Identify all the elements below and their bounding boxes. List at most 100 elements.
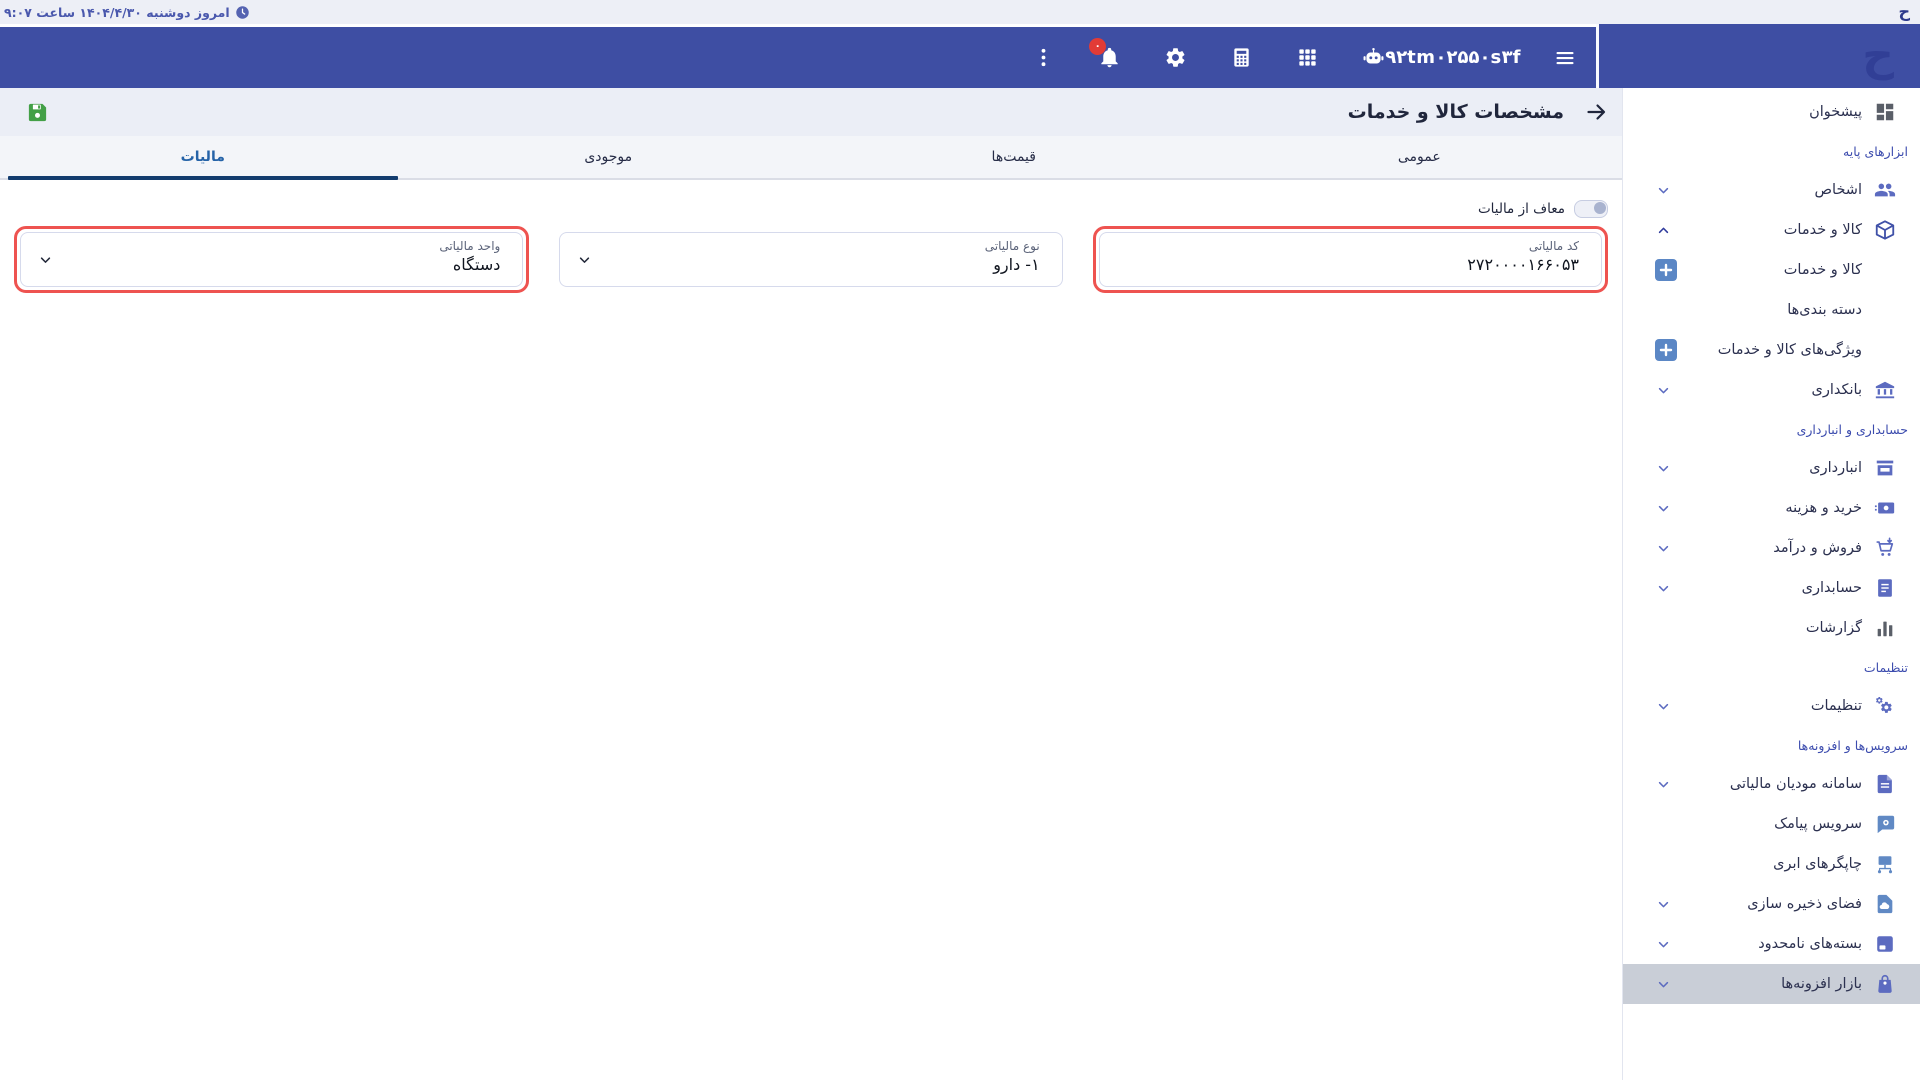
tax-exempt-toggle[interactable] [1574,200,1608,218]
more-options-icon[interactable] [1032,46,1055,69]
tab-tax[interactable]: مالیات [0,136,406,178]
bell-icon[interactable]: ۰ [1098,46,1121,69]
today-date-label: امروز دوشنبه ۱۴۰۴/۴/۳۰ ساعت ۹:۰۷ [4,5,230,20]
sidebar-item-cloud-printers[interactable]: چاپگرهای ابری [1623,844,1920,884]
sidebar-item-inventory[interactable]: انبارداری [1623,448,1920,488]
tax-type-field[interactable]: نوع مالیاتی ۱- دارو [559,232,1062,287]
settings-icon[interactable] [1164,46,1187,69]
sidebar-item-products-services[interactable]: کالا و خدمات [1623,210,1920,250]
sidebar-item-purchases-expenses[interactable]: خرید و هزینه [1623,488,1920,528]
tab-general[interactable]: عمومی [1217,136,1623,178]
apps-icon [1296,46,1319,69]
bank-icon [1874,379,1896,401]
section-label: حسابداری و انبارداری [1797,422,1908,437]
field-label: واحد مالیاتی [43,239,500,253]
support-bot-icon[interactable] [1362,46,1385,69]
sidebar-item-banking[interactable]: بانکداری [1623,370,1920,410]
sidebar-item-label: انبارداری [1809,460,1862,476]
cash-icon [1874,497,1896,519]
people-icon [1874,179,1896,201]
tax-unit-field[interactable]: واحد مالیاتیدستگاه [20,232,523,287]
sidebar-item-unlimited-packages[interactable]: بسته‌های نامحدود [1623,924,1920,964]
sidebar-item-label: ویژگی‌های کالا و خدمات [1718,342,1862,358]
dashboard-icon [1874,101,1896,123]
page-title: مشخصات کالا و خدمات [1348,101,1564,123]
tax-exempt-row: معاف از مالیات [14,200,1608,218]
sidebar-section-services-addons: سرویس‌ها و افزونه‌ها [1623,726,1920,764]
packages-icon [1874,933,1896,955]
sidebar-item-label: پیشخوان [1809,104,1862,120]
sidebar-item-label: گزارشات [1806,620,1862,636]
add-icon[interactable] [1655,339,1677,361]
sidebar-item-label: سرویس پیامک [1774,816,1862,832]
chevron-down-icon[interactable] [1655,382,1672,399]
tax-code-field[interactable]: کد مالیاتی۲۷۲۰۰۰۰۱۶۶۰۵۳ [1099,232,1602,287]
save-button[interactable] [26,101,49,124]
tab-prices[interactable]: قیمت‌ها [811,136,1217,178]
chevron-down-icon[interactable] [1655,540,1672,557]
tab-label: مالیات [181,149,225,165]
chevron-down-icon[interactable] [1655,182,1672,199]
sidebar-item-label: سامانه مودیان مالیاتی [1730,776,1862,792]
sidebar-section-settings: تنظیمات [1623,648,1920,686]
field-value: ۱- دارو [582,255,1039,274]
brand-logo-small: ح [1898,4,1910,20]
navbar: ۹۲tm۰۲۵۵۰s۳f ۰ [0,27,1596,88]
chevron-down-icon[interactable] [1655,976,1672,993]
sidebar-item-sms-service[interactable]: سرویس پیامک [1623,804,1920,844]
sidebar-item-reports[interactable]: گزارشات [1623,608,1920,648]
cloud-printer-icon [1874,853,1896,875]
chevron-up-icon[interactable] [1655,222,1672,239]
sidebar-item-people[interactable]: اشخاص [1623,170,1920,210]
back-arrow-icon[interactable] [1584,100,1608,124]
section-label: ابزارهای پایه [1843,144,1908,159]
apps-icon[interactable] [1296,46,1319,69]
tab-label: عمومی [1398,149,1441,165]
chevron-down-icon[interactable] [1655,460,1672,477]
clock-icon [235,5,250,20]
chevron-down-icon[interactable] [1655,580,1672,597]
sidebar-subitem-products-services[interactable]: کالا و خدمات [1623,250,1920,290]
tab-stock[interactable]: موجودی [406,136,812,178]
tax-doc-icon [1874,773,1896,795]
sidebar-section-basic-tools: ابزارهای پایه [1623,132,1920,170]
section-label: سرویس‌ها و افزونه‌ها [1798,738,1908,753]
cart-icon [1874,537,1896,559]
sidebar-item-accounting[interactable]: حسابداری [1623,568,1920,608]
sidebar-item-label: فروش و درآمد [1773,540,1862,556]
chevron-down-icon[interactable] [1655,776,1672,793]
sidebar-item-settings[interactable]: تنظیمات [1623,686,1920,726]
navbar-actions: ۰ [1032,46,1385,69]
page-header-title-group: مشخصات کالا و خدمات [1348,100,1608,124]
sidebar-item-sales-income[interactable]: فروش و درآمد [1623,528,1920,568]
chevron-down-icon[interactable] [1655,500,1672,517]
sidebar-item-label: کالا و خدمات [1784,262,1862,278]
support-bot-icon [1362,46,1385,69]
add-icon[interactable] [1655,259,1677,281]
tab-label: موجودی [584,149,632,165]
chevron-down-icon[interactable] [1655,896,1672,913]
field-label: نوع مالیاتی [582,239,1039,253]
chevron-down-icon[interactable] [1655,698,1672,715]
workspace-id[interactable]: ۹۲tm۰۲۵۵۰s۳f [1385,47,1521,68]
chevron-down-icon[interactable] [1655,936,1672,953]
menu-icon[interactable] [1553,46,1577,70]
sidebar-item-label: بانکداری [1812,382,1863,398]
sidebar-item-label: کالا و خدمات [1784,222,1862,238]
tax-unit-field-highlight: واحد مالیاتیدستگاه [14,226,529,293]
calculator-icon [1230,46,1253,69]
sidebar-item-tax-payers-system[interactable]: سامانه مودیان مالیاتی [1623,764,1920,804]
page-header: مشخصات کالا و خدمات [0,88,1622,136]
app-bar: ح ۹۲tm۰۲۵۵۰s۳f ۰ [0,24,1920,88]
today-date: امروز دوشنبه ۱۴۰۴/۴/۳۰ ساعت ۹:۰۷ [4,5,250,20]
sidebar-item-dashboard[interactable]: پیشخوان [1623,92,1920,132]
chart-icon [1874,617,1896,639]
sidebar-item-addons-market[interactable]: بازار افزونه‌ها [1623,964,1920,1004]
sidebar-subitem-product-attributes[interactable]: ویژگی‌های کالا و خدمات [1623,330,1920,370]
more-options-icon [1032,46,1055,69]
calculator-icon[interactable] [1230,46,1253,69]
os-top-strip: ح امروز دوشنبه ۱۴۰۴/۴/۳۰ ساعت ۹:۰۷ [0,0,1920,24]
sidebar-subitem-categories[interactable]: دسته بندی‌ها [1623,290,1920,330]
cloud-storage-icon [1874,893,1896,915]
sidebar-item-storage-space[interactable]: فضای ذخیره سازی [1623,884,1920,924]
